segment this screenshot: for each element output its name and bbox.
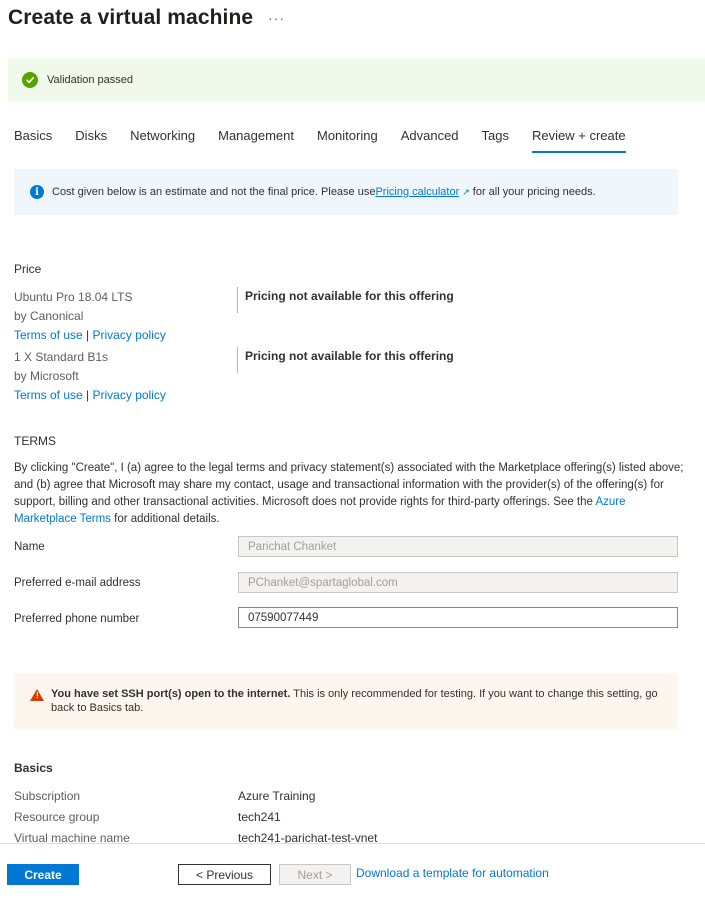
tab-basics[interactable]: Basics — [14, 128, 52, 153]
page-title: Create a virtual machine — [8, 6, 254, 29]
link-separator: | — [86, 328, 90, 342]
phone-label: Preferred phone number — [14, 613, 140, 625]
terms-body: By clicking "Create", I (a) agree to the… — [14, 462, 684, 508]
privacy-policy-link[interactable]: Privacy policy — [93, 328, 166, 342]
price-item-ubuntu: Ubuntu Pro 18.04 LTS by Canonical Terms … — [14, 290, 166, 342]
phone-field[interactable] — [238, 607, 678, 628]
product-name: Ubuntu Pro 18.04 LTS — [14, 290, 133, 304]
tab-tags[interactable]: Tags — [482, 128, 509, 153]
tab-disks[interactable]: Disks — [75, 128, 107, 153]
footer-bar: Create < Previous Next > Download a temp… — [0, 843, 705, 902]
price-item-standard-b1s: 1 X Standard B1s by Microsoft Terms of u… — [14, 350, 166, 402]
warning-icon-mark: ! — [36, 691, 39, 700]
tab-monitoring[interactable]: Monitoring — [317, 128, 378, 153]
product-publisher: by Microsoft — [14, 369, 79, 383]
terms-heading: TERMS — [14, 434, 56, 448]
tab-advanced[interactable]: Advanced — [401, 128, 459, 153]
wizard-tabs: Basics Disks Networking Management Monit… — [14, 128, 649, 154]
warning-title: You have set SSH port(s) open to the int… — [51, 688, 291, 700]
resource-group-value: tech241 — [238, 810, 281, 824]
external-link-icon: ↗ — [462, 186, 470, 197]
terms-of-use-link[interactable]: Terms of use — [14, 328, 83, 342]
checkmark-circle-icon — [22, 72, 38, 88]
previous-button[interactable]: < Previous — [178, 864, 271, 885]
tab-management[interactable]: Management — [218, 128, 294, 153]
subscription-value: Azure Training — [238, 789, 316, 803]
download-template-link[interactable]: Download a template for automation — [356, 866, 549, 880]
tab-networking[interactable]: Networking — [130, 128, 195, 153]
privacy-policy-link[interactable]: Privacy policy — [93, 388, 166, 402]
basics-heading: Basics — [14, 761, 53, 775]
product-name: 1 X Standard B1s — [14, 350, 109, 364]
next-button: Next > — [279, 864, 351, 885]
info-text-before: Cost given below is an estimate and not … — [52, 186, 376, 198]
terms-text: By clicking "Create", I (a) agree to the… — [14, 460, 684, 528]
resource-group-label: Resource group — [14, 810, 100, 824]
pricing-status: Pricing not available for this offering — [237, 347, 454, 373]
name-label: Name — [14, 541, 45, 553]
price-heading: Price — [14, 262, 42, 276]
info-text-after: for all your pricing needs. — [472, 186, 596, 198]
terms-body-end: for additional details. — [110, 513, 220, 525]
validation-text: Validation passed — [47, 74, 134, 86]
validation-banner: Validation passed — [8, 58, 705, 102]
create-button[interactable]: Create — [7, 864, 79, 885]
more-options-icon[interactable]: ··· — [268, 10, 285, 26]
link-separator: | — [86, 388, 90, 402]
name-field — [238, 536, 678, 557]
tab-review-create[interactable]: Review + create — [532, 128, 626, 153]
product-publisher: by Canonical — [14, 309, 84, 323]
terms-of-use-link[interactable]: Terms of use — [14, 388, 83, 402]
cost-info-banner: i Cost given below is an estimate and no… — [14, 169, 678, 215]
subscription-label: Subscription — [14, 789, 81, 803]
pricing-calculator-link[interactable]: Pricing calculator — [375, 186, 459, 198]
ssh-warning-banner: ! You have set SSH port(s) open to the i… — [14, 673, 678, 729]
info-icon: i — [30, 185, 44, 199]
email-field — [238, 572, 678, 593]
pricing-status: Pricing not available for this offering — [237, 287, 454, 313]
email-label: Preferred e-mail address — [14, 577, 141, 589]
